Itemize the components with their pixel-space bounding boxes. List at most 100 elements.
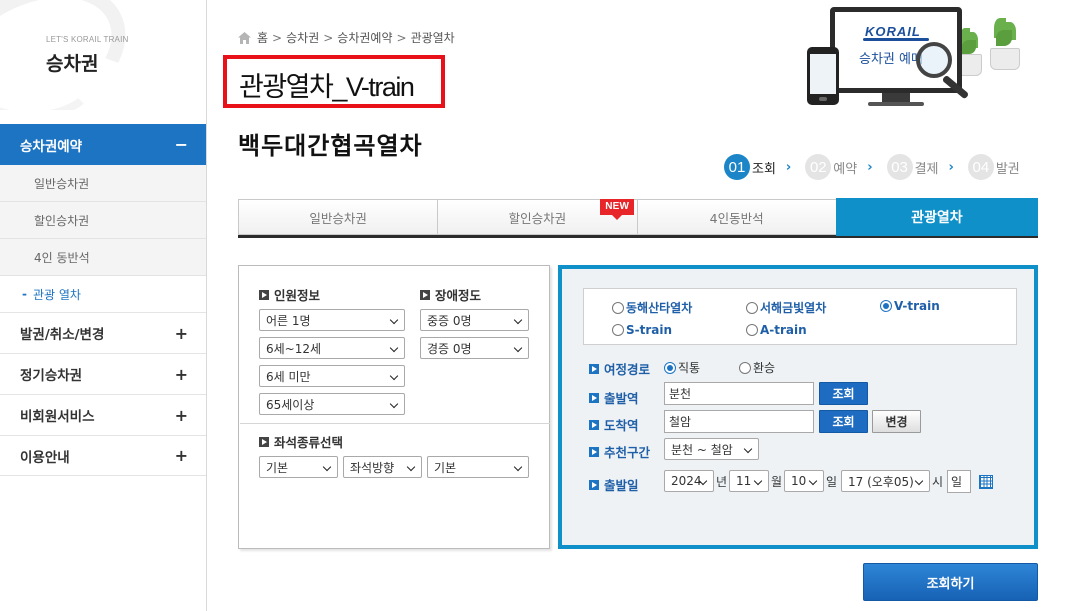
year-unit: 년 [716,475,728,489]
hour-unit: 시 [932,475,944,489]
sidebar-subitem-tourist-train[interactable]: - 관광 열차 [0,276,206,312]
expand-icon[interactable]: + [175,324,188,343]
radio-circle [612,301,624,314]
radio-label: S-train [626,323,673,337]
radio-seohae-geumbit[interactable]: 서해금빛열차 [746,299,826,316]
step-number: 04 [967,154,994,180]
expand-icon[interactable]: + [175,365,188,384]
recommended-section-select[interactable]: 분천 ~ 철암 [664,438,759,460]
sidebar-item-label: 비회원서비스 [20,409,95,425]
bullet-icon [589,446,599,457]
seat-type-header: 좌석종류선택 [259,432,343,451]
radio-circle-selected [880,300,892,312]
passenger-info-header: 인원정보 [259,285,320,304]
bullet-icon [420,289,430,300]
tab-four-person-seat[interactable]: 4인동반석 [636,199,836,235]
sidebar-subitem-discount-ticket[interactable]: 할인승차권 [0,202,206,239]
collapse-icon[interactable]: − [175,135,188,154]
mild-disability-select[interactable]: 경증 0명 [420,337,529,359]
infant-count-select[interactable]: 6세 미만 [259,365,405,387]
sidebar-item-ticket-reservation[interactable]: 승차권예약 − [0,124,206,165]
radio-transfer[interactable]: 환승 [739,359,775,376]
seat-direction-select[interactable]: 좌석방향 [343,456,422,478]
departure-search-button[interactable]: 조회 [819,382,868,405]
radio-a-train[interactable]: A-train [746,323,807,337]
step-label: 조회 [752,161,776,177]
radio-label: 동해산타열차 [626,301,693,315]
severe-disability-select[interactable]: 중증 0명 [420,309,529,331]
header-label: 장애정도 [435,288,482,303]
label-text: 추천구간 [604,445,651,460]
year-select[interactable]: 2024 [664,470,714,492]
bullet-icon [589,479,599,490]
arrival-label: 도착역 [589,415,639,434]
calendar-icon[interactable] [979,475,993,489]
step-payment: 03 결제 [886,154,938,180]
label-text: 여정경로 [604,362,651,377]
tab-discount-ticket[interactable]: 할인승차권 NEW [437,199,637,235]
bullet-icon [589,363,599,374]
label-text: 도착역 [604,418,639,433]
sidebar-item-guide[interactable]: 이용안내 + [0,435,206,476]
day-select[interactable]: 10 [784,470,824,492]
sidebar-item-season-ticket[interactable]: 정기승차권 + [0,353,206,394]
month-unit: 월 [771,475,783,489]
step-search: 01 조회 [724,154,776,180]
route-label: 여정경로 [589,359,650,378]
search-submit-button[interactable]: 조회하기 [863,563,1038,601]
sidebar-item-issue-cancel-change[interactable]: 발권/취소/변경 + [0,312,206,353]
radio-direct[interactable]: 직통 [664,359,700,376]
korail-logo: KORAIL [865,24,921,39]
day-unit: 일 [826,475,838,489]
step-number: 03 [886,154,913,180]
radio-v-train[interactable]: V-train [880,299,940,313]
new-badge: NEW [600,199,635,220]
expand-icon[interactable]: + [175,446,188,465]
arrival-station-input[interactable]: 철암 [664,410,814,433]
radio-s-train[interactable]: S-train [612,323,672,337]
home-icon[interactable] [238,31,251,44]
breadcrumb-reservation[interactable]: 승차권예약 [337,29,392,46]
seat-type-select[interactable]: 기본 [259,456,338,478]
recommend-label: 추천구간 [589,442,650,461]
sidebar-subitem-four-person-seat[interactable]: 4인 동반석 [0,239,206,276]
step-label: 발권 [995,161,1020,177]
expand-icon[interactable]: + [175,406,188,425]
month-select[interactable]: 11 [729,470,769,492]
swap-stations-button[interactable]: 변경 [872,410,921,433]
senior-count-select[interactable]: 65세이상 [259,393,405,415]
child-count-select[interactable]: 6세~12세 [259,337,405,359]
sidebar-tagline: LET'S KORAIL TRAIN [46,35,129,44]
section-divider [240,423,550,424]
sidebar: LET'S KORAIL TRAIN 승차권 승차권예약 − 일반승차권 할인승… [0,0,207,611]
radio-circle [612,324,624,336]
hour-select[interactable]: 17 (오후05) [841,470,930,492]
step-reserve: 02 예약 [805,154,857,180]
bullet-icon [589,392,599,403]
hero-illustration: KORAIL 승차권 예매 [804,4,1034,114]
step-issue: 04 발권 [967,154,1020,180]
plant-icon [990,18,1020,70]
step-arrow-icon: › [867,159,873,175]
departure-date-label: 출발일 [589,475,639,494]
radio-circle [746,324,758,336]
sidebar-item-label: 이용안내 [20,449,70,466]
departure-station-input[interactable]: 분천 [664,382,814,405]
sidebar-item-guest-service[interactable]: 비회원서비스 + [0,394,206,435]
tab-tourist-train[interactable]: 관광열차 [835,198,1038,236]
radio-circle [739,361,751,374]
radio-donghae-santa[interactable]: 동해산타열차 [612,299,692,316]
arrival-search-button[interactable]: 조회 [819,410,868,433]
label-text: 출발역 [604,391,639,406]
bullet-icon [589,419,599,430]
step-number: 02 [805,154,832,180]
tab-label: 일반승차권 [309,210,367,226]
breadcrumb-tickets[interactable]: 승차권 [286,29,319,46]
seat-position-select[interactable]: 기본 [427,456,529,478]
adult-count-select[interactable]: 어른 1명 [259,309,405,331]
breadcrumb-home[interactable]: 홈 [257,29,268,46]
sidebar-subitem-general-ticket[interactable]: 일반승차권 [0,165,206,202]
sidebar-header: LET'S KORAIL TRAIN 승차권 [0,0,206,110]
tab-general-ticket[interactable]: 일반승차권 [238,199,438,235]
page-title-highlight: 관광열차_V-train [223,55,445,108]
